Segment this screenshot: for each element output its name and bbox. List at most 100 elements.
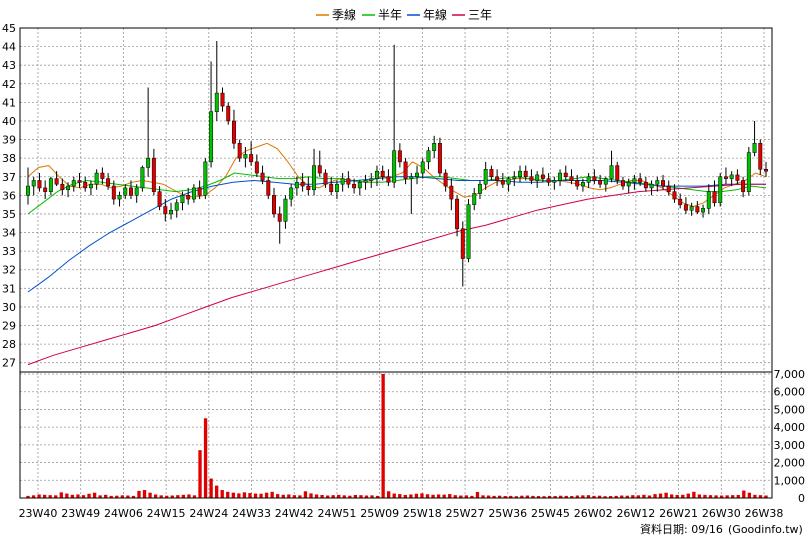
candle-body [31,180,36,187]
candle-body [466,204,471,259]
candle-body [718,176,723,204]
candle-body [294,182,299,189]
price-tick-label: 39 [2,134,16,147]
volume-bar [198,450,202,498]
candle-body [203,161,208,196]
price-axis-ticks: 27 28 29 30 31 32 33 34 35 36 37 38 39 40 41 42 43 44 45 [2,22,16,370]
volume-panel-frame [19,371,773,499]
candle-body [477,183,482,194]
x-tick-label: 24W51 [318,507,357,520]
volume-bar [475,491,480,498]
volume-bar [287,494,291,498]
legend-item-quarter: 季線 [316,7,356,22]
volume-bar [303,491,308,498]
candle-body [426,150,431,163]
volume-bar [747,492,752,498]
candle-body [546,178,551,183]
candle-body [432,143,437,151]
candle-body [626,182,631,187]
candle-body [386,176,391,183]
candle-body [397,150,402,163]
candle-body [191,187,196,200]
legend-item-year: 年線 [407,7,447,22]
volume-bar [65,493,69,498]
candle-body [683,204,688,211]
candle-body [340,178,345,185]
x-tick-label: 24W33 [232,507,271,520]
candle-body [186,195,191,200]
x-tick-label: 23W49 [61,507,100,520]
candle-body [392,150,397,183]
candle-body [575,180,580,187]
volume-tick-label: 1,000 [774,474,806,487]
price-panel-frame [19,27,773,373]
volume-bar [414,493,419,498]
volume-bar [670,494,674,498]
candle-body [443,172,448,187]
candle-body [500,180,505,185]
candle-body [163,206,168,215]
x-tick-label: 24W42 [275,507,314,520]
volume-bar [276,494,280,498]
x-tick-label: 24W24 [189,507,228,520]
ma-line-series [27,176,766,293]
candle-body [523,170,528,178]
candle-body [764,169,768,172]
candle-body [60,183,65,191]
volume-bar [142,490,147,498]
candle-body [712,191,717,204]
volume-bar [658,493,663,498]
candle-body [746,152,751,192]
price-tick-label: 38 [2,152,16,165]
volume-bar [409,494,413,498]
candle-body [649,183,654,189]
candle-body [306,185,311,191]
candle-body [586,176,591,183]
volume-bar [231,492,235,498]
candle-body [563,172,568,178]
candle-body [140,167,145,189]
candle-body [540,174,545,179]
candle-body [615,165,620,181]
candle-body [415,172,419,178]
x-tick-label: 25W09 [360,507,399,520]
data-date-label: 資料日期: 09/16 [640,522,723,536]
candle-body [643,182,648,189]
volume-bar [220,490,224,498]
candle-body [106,178,111,187]
candle-body [83,182,88,189]
x-tick-label: 26W21 [659,507,698,520]
candle-body [117,195,122,200]
candle-body [638,178,643,183]
candle-body [495,176,500,181]
volume-bar [387,491,391,498]
volume-bar [203,418,208,498]
price-tick-label: 35 [2,208,16,221]
candle-body [289,187,294,200]
volume-bar [209,478,213,498]
volume-bar [253,493,258,498]
candle-body [151,157,156,192]
candle-body [26,185,30,196]
price-tick-label: 36 [2,189,16,202]
volume-tick-label: 2,000 [774,457,806,470]
candle-body [174,202,179,211]
price-tick-label: 33 [2,245,16,258]
volume-bar [270,491,274,498]
candle-body [535,174,540,181]
candle-body [437,143,442,174]
candle-body [37,180,42,189]
candle-body [729,174,734,179]
candle-body [71,180,76,187]
volume-bar [187,494,191,498]
candle-body [169,209,173,215]
candle-body [134,187,139,196]
price-tick-label: 28 [2,338,16,351]
x-tick-label: 24W15 [147,507,186,520]
candle-body [552,180,557,183]
candle-body [409,176,414,179]
price-tick-label: 30 [2,301,16,314]
candle-body [672,191,677,200]
volume-bar [148,492,152,498]
candle-body [603,178,608,185]
